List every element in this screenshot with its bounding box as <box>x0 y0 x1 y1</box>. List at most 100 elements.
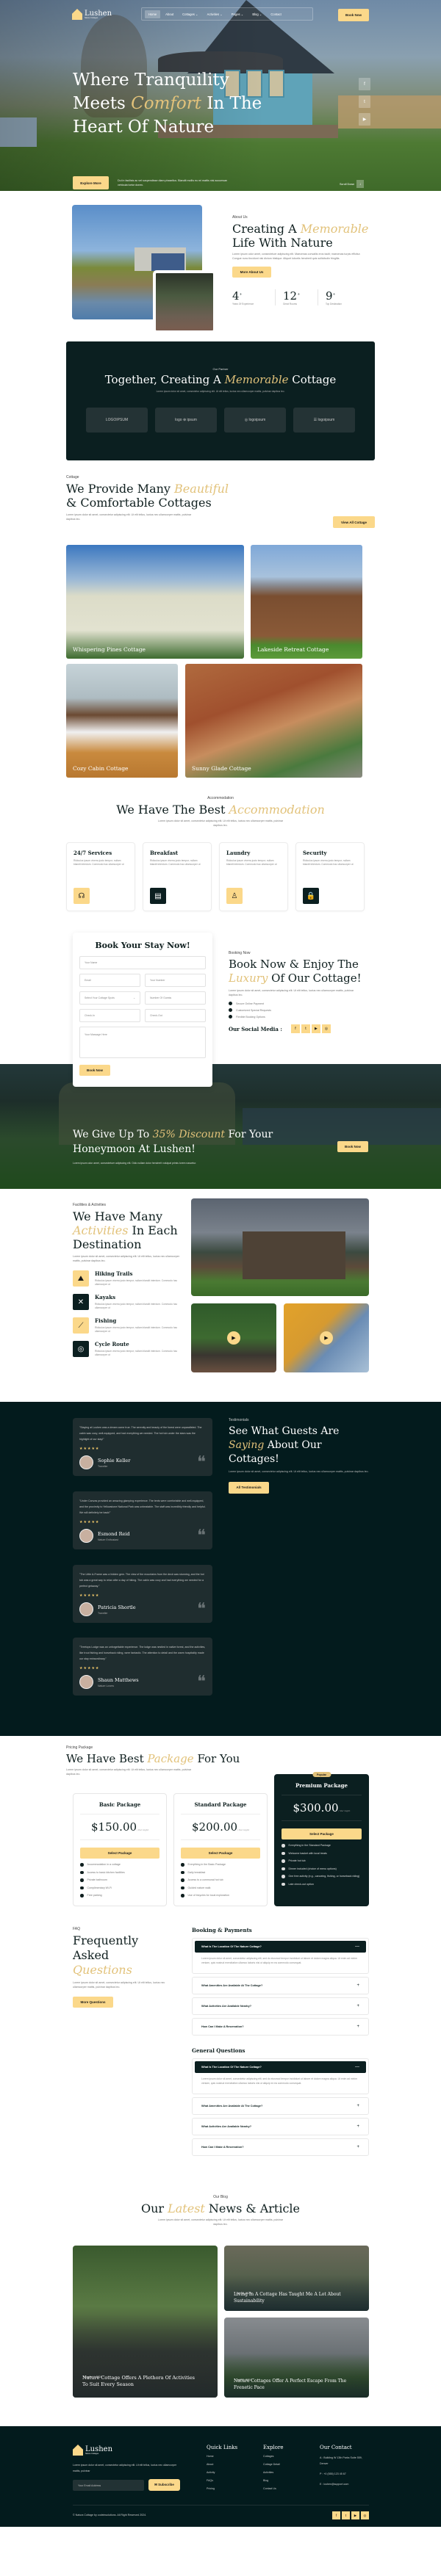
faq-item[interactable]: How Can I Make A Reservation? + <box>192 2138 369 2156</box>
plus-icon[interactable]: + <box>356 1983 359 1988</box>
nav-home[interactable]: Home <box>145 10 161 18</box>
phone-field[interactable]: Your Number <box>145 974 206 987</box>
select-package-button[interactable]: Select Package <box>80 1848 159 1859</box>
faq-item[interactable]: What Is The Location Of The Nature Cotta… <box>192 1938 369 1974</box>
plan-feature: Private bathroom <box>80 1878 159 1882</box>
faq-question[interactable]: How Can I Make A Reservation? + <box>195 2141 366 2153</box>
post-title[interactable]: Nature Cottages Offer A Perfect Escape F… <box>234 2378 351 2391</box>
blog-section: Our Blog Our Latest News & Article Lorem… <box>0 2184 441 2426</box>
cottage-card[interactable]: Sunny Glade Cottage <box>185 664 362 778</box>
message-textarea[interactable]: Your Massage Here <box>79 1027 206 1058</box>
twitter-icon[interactable]: t <box>359 95 370 108</box>
partner-logo: ☰ logoipsum <box>293 407 355 433</box>
more-questions-button[interactable]: More Questions <box>73 1997 113 2008</box>
explore-more-button[interactable]: Explore More <box>73 176 109 189</box>
blog-post-card[interactable]: ◔ August 4, 2024 Nature Cottage Offers A … <box>73 2246 218 2398</box>
facebook-icon[interactable]: f <box>290 1024 300 1033</box>
minus-icon[interactable]: — <box>355 1944 359 1949</box>
nav-about[interactable]: About <box>162 10 177 18</box>
footer-link[interactable]: Home <box>207 2455 237 2458</box>
nav-contact[interactable]: Contact <box>267 10 284 18</box>
footer-logo[interactable]: Lushen Nature Cottages <box>73 2445 112 2456</box>
select-package-button[interactable]: Select Package <box>181 1848 260 1859</box>
partner-logo: LOGOIPSUM <box>86 407 148 433</box>
discount-book-now-button[interactable]: Book Now <box>337 1141 368 1152</box>
footer-contact: Our Contact A : Building W 13th Parks Su… <box>320 2445 364 2492</box>
footer-link[interactable]: About <box>207 2463 237 2466</box>
plus-icon[interactable]: + <box>356 2004 359 2008</box>
footer-link[interactable]: Cottage Detail <box>263 2463 283 2466</box>
faq-question[interactable]: What Activities Are Available Nearby? + <box>195 2121 366 2132</box>
plus-icon[interactable]: + <box>356 2145 359 2149</box>
faq-question[interactable]: What Activities Are Available Nearby? + <box>195 2000 366 2012</box>
play-icon[interactable]: ▶ <box>227 1331 240 1345</box>
check-out-field[interactable]: Check-Out <box>145 1009 206 1022</box>
plus-icon[interactable]: + <box>356 2104 359 2108</box>
fishing-rod-icon: ⟋ <box>73 1317 89 1334</box>
cottage-spot-select[interactable]: Select Your Cottage Spots ⌄ <box>79 991 140 1005</box>
cottage-card[interactable]: Cozy Cabin Cottage <box>66 664 178 778</box>
footer-link[interactable]: Contact Us <box>263 2487 283 2490</box>
select-package-button[interactable]: Select Package <box>282 1828 362 1839</box>
check-circle-icon <box>181 1894 184 1897</box>
nav-book-now-button[interactable]: Book Now <box>338 9 369 21</box>
footer-link[interactable]: Activities <box>263 2471 283 2474</box>
faq-question[interactable]: What Is The Location Of The Nature Cotta… <box>195 2061 366 2073</box>
instagram-icon[interactable]: ◎ <box>321 1024 331 1033</box>
name-field[interactable]: Your Name <box>79 956 206 969</box>
footer-link[interactable]: FAQs <box>207 2479 237 2482</box>
faq-item[interactable]: How Can I Make A Reservation? + <box>192 2018 369 2036</box>
faq-item[interactable]: What Activities Are Available Nearby? + <box>192 2118 369 2135</box>
plus-icon[interactable]: + <box>356 2025 359 2029</box>
faq-item[interactable]: What Activities Are Available Nearby? + <box>192 1997 369 2015</box>
faq-item[interactable]: What Is The Location Of The Nature Cotta… <box>192 2058 369 2094</box>
footer-link[interactable]: Cottages <box>263 2455 283 2458</box>
nav-activities[interactable]: Activities ⌄ <box>204 10 226 18</box>
scroll-down[interactable]: Scroll Down ↓ <box>340 180 365 188</box>
nav-blog[interactable]: Blog ⌄ <box>248 10 265 18</box>
faq-question[interactable]: What Amenities Are Available At The Cott… <box>195 1980 366 1991</box>
activity-video-atv[interactable]: ▶ <box>191 1303 276 1372</box>
play-icon[interactable]: ▶ <box>320 1331 333 1345</box>
blog-post-card[interactable]: ◔ July 30, 2024 Living In A Cottage Has T… <box>224 2246 369 2311</box>
youtube-icon[interactable]: ▶ <box>359 113 370 126</box>
footer-link[interactable]: Blog <box>263 2479 283 2482</box>
faq-item[interactable]: What Amenities Are Available At The Cott… <box>192 2097 369 2115</box>
cottage-card[interactable]: Whispering Pines Cottage <box>66 545 244 659</box>
minus-icon[interactable]: — <box>355 2065 359 2069</box>
youtube-icon[interactable]: ▶ <box>311 1024 320 1033</box>
activity-video-fishing[interactable]: ▶ <box>284 1303 369 1372</box>
subscribe-button[interactable]: ✉ Subscribe <box>148 2479 180 2491</box>
faq-question[interactable]: How Can I Make A Reservation? + <box>195 2021 366 2033</box>
email-field[interactable]: Email <box>79 974 140 987</box>
youtube-icon[interactable]: ▶ <box>351 2511 359 2519</box>
instagram-icon[interactable]: ◎ <box>361 2511 369 2519</box>
nav-pages[interactable]: Pages ⌄ <box>228 10 248 18</box>
pricing-description: Lorem ipsum dolor sit amet, consectetur … <box>66 1768 192 1776</box>
plus-icon[interactable]: + <box>356 2124 359 2129</box>
quote-icon: ❝ <box>197 1673 206 1691</box>
post-title[interactable]: Nature Cottage Offers A Plethora Of Acti… <box>82 2375 200 2388</box>
faq-question[interactable]: What Amenities Are Available At The Cott… <box>195 2100 366 2112</box>
more-about-button[interactable]: More About Us <box>232 267 271 278</box>
twitter-icon[interactable]: t <box>301 1024 310 1033</box>
all-testimonials-button[interactable]: All Testimonials <box>229 1481 269 1494</box>
facebook-icon[interactable]: f <box>359 78 370 90</box>
facebook-icon[interactable]: f <box>332 2511 340 2519</box>
activity-item: ⟋ Fishing Ridiculus ipsum viverra justo te… <box>73 1317 179 1334</box>
blog-post-card[interactable]: ◔ July 30, 2024 Nature Cottages Offer A P… <box>224 2318 369 2398</box>
book-now-submit-button[interactable]: Book Now <box>79 1065 110 1076</box>
twitter-icon[interactable]: t <box>342 2511 350 2519</box>
nav-cottages[interactable]: Cottages ⌄ <box>179 10 201 18</box>
brand-logo[interactable]: Lushen Nature Cottages <box>72 9 112 20</box>
footer-link[interactable]: Pricing <box>207 2487 237 2490</box>
cottage-card[interactable]: Lakeside Retreat Cottage <box>251 545 362 659</box>
faq-item[interactable]: What Amenities Are Available At The Cott… <box>192 1977 369 1994</box>
faq-question[interactable]: What Is The Location Of The Nature Cotta… <box>195 1941 366 1953</box>
view-all-cottage-button[interactable]: View All Cottage <box>333 516 375 528</box>
footer-link[interactable]: Activity <box>207 2471 237 2474</box>
newsletter-email-input[interactable]: Your Email Address <box>73 2480 144 2491</box>
guests-field[interactable]: Number Of Guests <box>145 991 206 1005</box>
check-in-field[interactable]: Check-In <box>79 1009 140 1022</box>
post-title[interactable]: Living In A Cottage Has Taught Me A Lot … <box>234 2291 351 2304</box>
